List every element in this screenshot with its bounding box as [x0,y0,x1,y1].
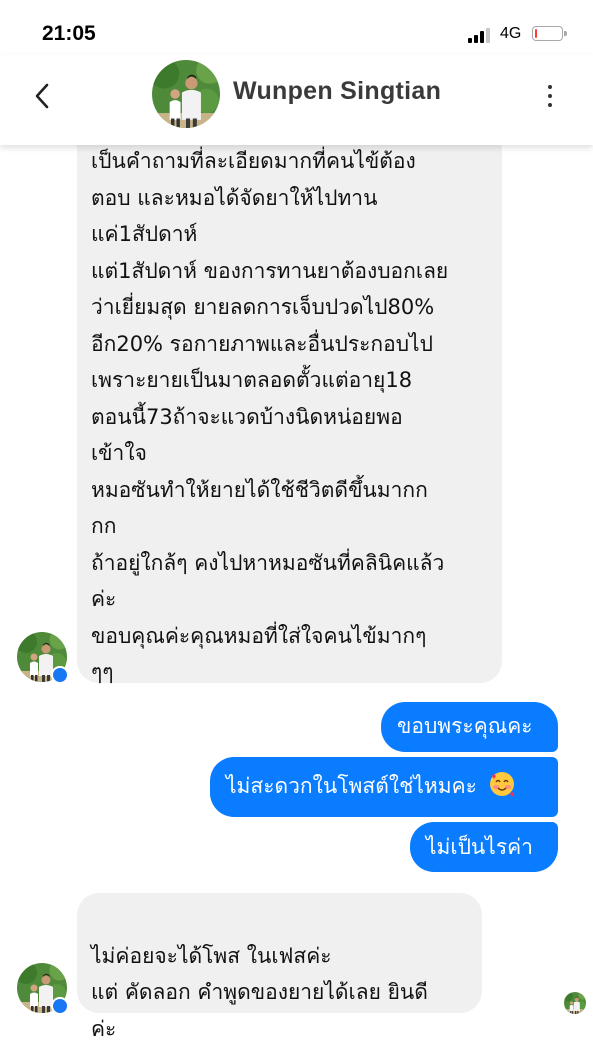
battery-level [535,29,537,38]
status-bar: 21:05 4G [0,0,593,60]
network-type: 4G [500,25,522,42]
battery-icon [532,26,567,41]
outgoing-message[interactable]: ไม่สะดวกในโพสต์ใช่ไหมคะ [210,757,558,817]
chevron-left-icon [35,83,49,109]
incoming-message[interactable]: เป็นคำถามที่ละเอียดมากที่คนไข้ต้อง ตอบ แ… [77,130,502,684]
seen-receipt-avatar [564,992,586,1014]
more-vertical-icon [548,85,552,89]
contact-name[interactable]: Wunpen Singtian [233,77,441,106]
outgoing-message[interactable]: ไม่เป็นไรค่า [410,822,558,872]
smiling-face-with-hearts-icon [489,772,514,797]
messenger-badge-icon [51,666,69,684]
message-text: ไม่ค่อยจะได้โพส ในเฟสค่ะ แต่ คัดลอก คำพู… [91,943,428,1041]
outgoing-message[interactable]: ขอบพระคุณคะ [381,702,558,752]
more-options-button[interactable] [540,81,560,111]
conversation-header: Wunpen Singtian [0,55,593,145]
incoming-message[interactable]: ไม่ค่อยจะได้โพส ในเฟสค่ะ แต่ คัดลอก คำพู… [77,893,482,1041]
message-text: ไม่เป็นไรค่า [426,835,533,859]
back-button[interactable] [28,79,58,113]
message-text: เป็นคำถามที่ละเอียดมากที่คนไข้ต้อง ตอบ แ… [91,149,449,684]
contact-avatar[interactable] [152,60,220,128]
message-text: ไม่สะดวกในโพสต์ใช่ไหมคะ [226,774,477,798]
message-text: ขอบพระคุณคะ [397,714,533,738]
messenger-badge-icon [51,997,69,1015]
clock: 21:05 [42,22,96,45]
cellular-signal-icon [468,27,494,43]
